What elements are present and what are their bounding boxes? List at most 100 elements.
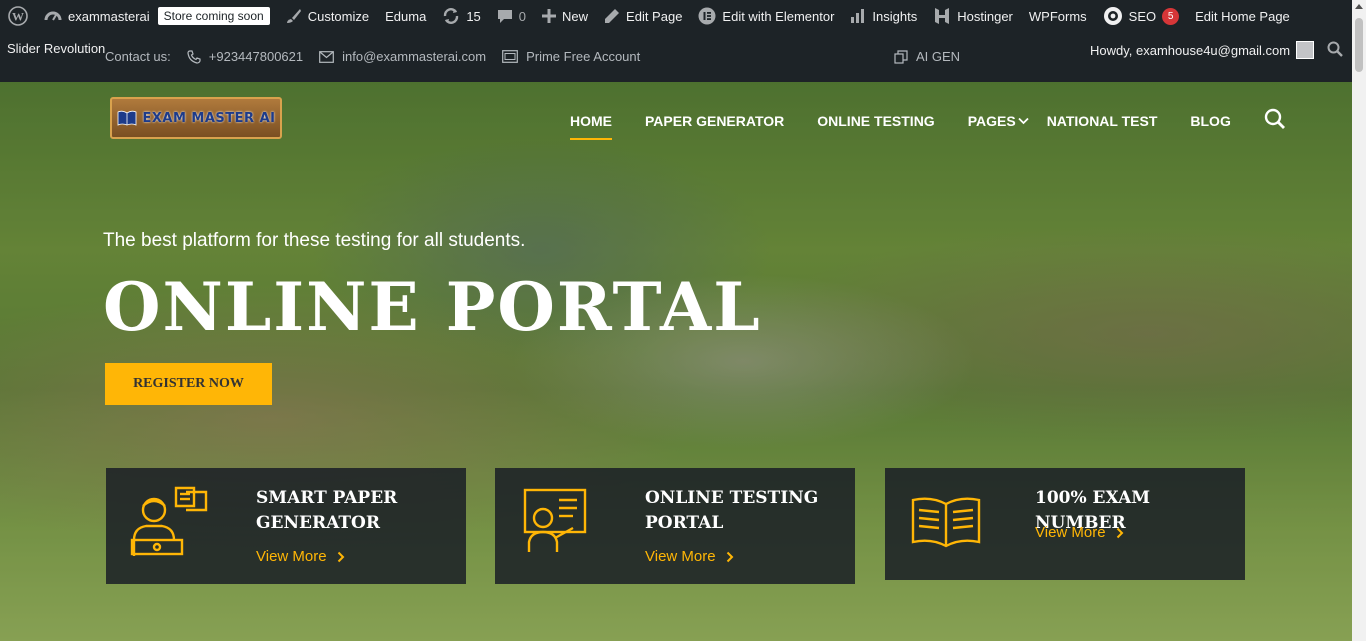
nav-item-national-test[interactable]: NATIONAL TEST [1047, 113, 1158, 129]
view-more-link[interactable]: View More [1035, 524, 1124, 541]
account-label: Prime Free Account [526, 49, 641, 64]
new-label: New [562, 8, 589, 24]
comments-button[interactable]: 0 [489, 0, 534, 32]
nav-item-blog[interactable]: BLOG [1190, 113, 1230, 129]
hostinger-label: Hostinger [957, 8, 1013, 24]
site-name-button[interactable]: exammasterai [36, 0, 158, 32]
main-navigation: HOME PAPER GENERATOR ONLINE TESTING PAGE… [570, 108, 1286, 140]
edit-home-label: Edit Home Page [1195, 8, 1290, 24]
dashboard-icon [44, 11, 62, 21]
card-title: SMART PAPER GENERATOR [256, 488, 398, 533]
theme-label: Eduma [385, 8, 427, 24]
seo-count-badge: 5 [1162, 7, 1180, 25]
contact-info: Contact us: +923447800621 info@exammaste… [105, 49, 640, 64]
updates-button[interactable]: 15 [434, 0, 488, 32]
page-scrollbar[interactable] [1352, 0, 1366, 641]
copy-icon [894, 49, 908, 64]
view-more-label: View More [645, 548, 716, 565]
chevron-right-icon [1116, 527, 1124, 538]
feature-card-paper-generator[interactable]: SMART PAPER GENERATOR View More [106, 468, 466, 584]
insights-button[interactable]: Insights [842, 0, 925, 32]
ai-gen-label: AI GEN [916, 49, 961, 64]
howdy-text: Howdy, examhouse4u@gmail.com [1090, 42, 1291, 58]
open-book-icon [911, 497, 981, 548]
edit-home-page-button[interactable]: Edit Home Page [1187, 0, 1298, 32]
new-content-button[interactable]: New [534, 0, 596, 32]
seo-label: SEO [1128, 8, 1157, 24]
account-card-icon [502, 50, 518, 63]
phone-icon [187, 49, 201, 64]
search-icon [1264, 108, 1285, 129]
customize-button[interactable]: Customize [278, 0, 377, 32]
student-laptop-icon [130, 486, 208, 556]
envelope-icon [319, 50, 335, 63]
nav-item-pages[interactable]: PAGES [968, 113, 1029, 129]
logo-text: EXAM MASTER AI [142, 110, 276, 126]
edit-page-button[interactable]: Edit Page [596, 0, 690, 32]
seo-button[interactable]: SEO 5 [1095, 0, 1187, 32]
phone-link[interactable]: +923447800621 [187, 49, 303, 64]
chevron-right-icon [337, 551, 345, 562]
plus-icon [542, 9, 557, 23]
contact-label: Contact us: [105, 49, 171, 64]
chevron-down-icon [1018, 117, 1029, 124]
email-link[interactable]: info@exammasterai.com [319, 49, 486, 64]
refresh-icon [444, 8, 459, 24]
hostinger-button[interactable]: Hostinger [925, 0, 1021, 32]
chevron-right-icon [726, 551, 734, 562]
pencil-icon [605, 9, 620, 23]
store-badge: Store coming soon [157, 7, 270, 25]
view-more-label: View More [256, 548, 327, 565]
edit-with-elementor-button[interactable]: Edit with Elementor [690, 0, 842, 32]
phone-number: +923447800621 [208, 49, 304, 64]
wordpress-logo-button[interactable]: W [0, 0, 36, 32]
nav-item-online-testing[interactable]: ONLINE TESTING [817, 113, 934, 129]
register-now-button[interactable]: REGISTER NOW [105, 363, 272, 405]
insights-label: Insights [872, 8, 918, 24]
teacher-board-icon [523, 488, 587, 552]
feature-card-online-testing[interactable]: ONLINE TESTING PORTAL View More [495, 468, 855, 584]
view-more-label: View More [1035, 524, 1106, 541]
customize-label: Customize [307, 8, 370, 24]
site-name: exammasterai [68, 8, 150, 24]
comments-count: 0 [518, 8, 527, 24]
wordpress-icon: W [8, 6, 28, 26]
nav-item-paper-generator[interactable]: PAPER GENERATOR [645, 113, 784, 129]
elementor-icon [698, 7, 716, 25]
nav-item-home[interactable]: HOME [570, 113, 612, 140]
view-more-link[interactable]: View More [645, 548, 734, 565]
view-more-link[interactable]: View More [256, 548, 345, 565]
hero-tagline: The best platform for these testing for … [103, 230, 526, 251]
brush-icon [286, 9, 301, 23]
header-search-button[interactable] [1264, 108, 1286, 133]
feature-card-exam-number[interactable]: 100% EXAM NUMBER View More [885, 468, 1245, 580]
bar-chart-icon [851, 9, 865, 23]
seo-gear-icon [1103, 7, 1122, 25]
hero-headline: ONLINE PORTAL [103, 268, 762, 346]
book-logo-icon [117, 110, 136, 126]
svg-text:W: W [12, 10, 24, 24]
avatar [1296, 41, 1315, 59]
card-title: ONLINE TESTING PORTAL [645, 488, 819, 533]
ai-gen-link[interactable]: AI GEN [894, 49, 960, 64]
theme-button[interactable]: Eduma [377, 0, 434, 32]
my-account-menu[interactable]: Howdy, examhouse4u@gmail.com [1090, 41, 1315, 59]
updates-count: 15 [466, 8, 481, 24]
wpforms-button[interactable]: WPForms [1021, 0, 1095, 32]
comment-icon [497, 10, 512, 23]
top-contact-bar: Slider Revolution Contact us: +923447800… [0, 32, 1352, 82]
hostinger-icon [935, 8, 950, 24]
scrollbar-thumb[interactable] [1355, 18, 1363, 72]
edit-elementor-label: Edit with Elementor [722, 8, 835, 24]
account-link[interactable]: Prime Free Account [502, 49, 640, 64]
hero-slider: EXAM MASTER AI HOME PAPER GENERATOR ONLI… [0, 82, 1352, 641]
admin-search-button[interactable] [1327, 41, 1343, 60]
scroll-up-arrow[interactable] [1355, 4, 1363, 9]
edit-page-label: Edit Page [626, 8, 683, 24]
nav-item-pages-label: PAGES [967, 112, 1016, 129]
search-icon [1327, 41, 1343, 57]
site-logo[interactable]: EXAM MASTER AI [110, 97, 282, 139]
store-coming-soon-button[interactable]: Store coming soon [157, 0, 278, 32]
slider-revolution-link[interactable]: Slider Revolution [7, 41, 105, 56]
wp-admin-bar: W exammasterai Store coming soon Customi… [0, 0, 1352, 32]
